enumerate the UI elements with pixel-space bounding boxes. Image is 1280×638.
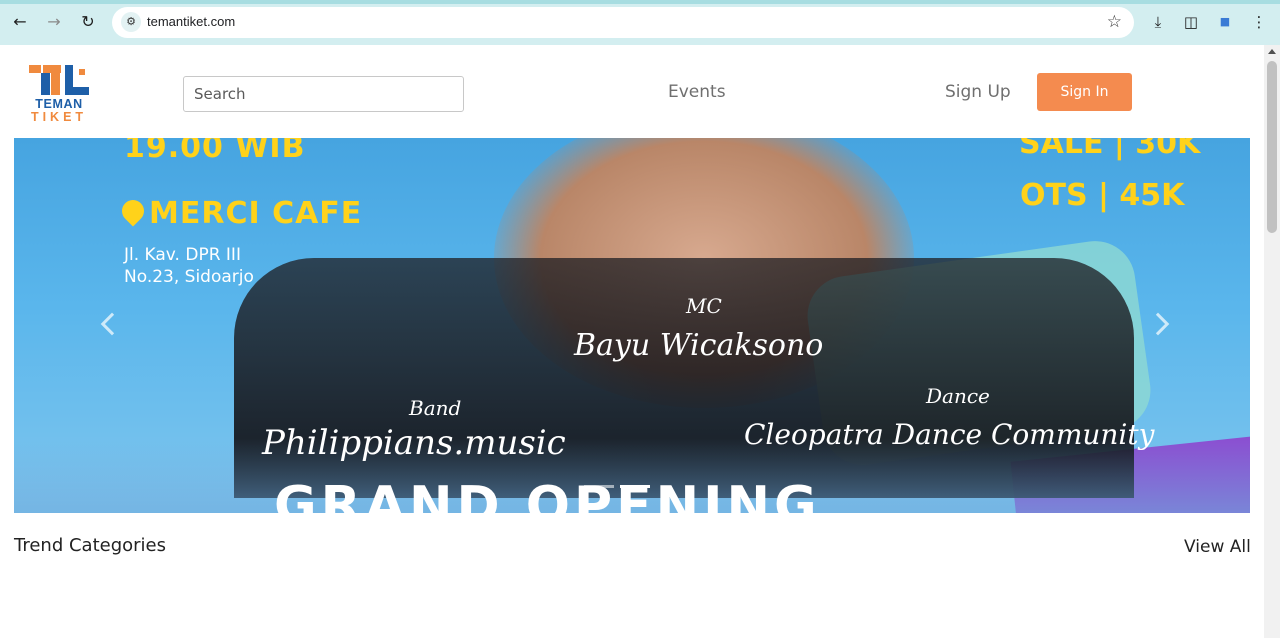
- carousel-indicator[interactable]: [584, 485, 614, 488]
- page-scrollbar[interactable]: [1264, 45, 1280, 638]
- logo-block: [41, 73, 50, 95]
- page-content: TEMAN TIKET Events Sign Up Sign In 19.00…: [0, 45, 1264, 638]
- signin-button[interactable]: Sign In: [1037, 73, 1132, 111]
- tab-strip-edge: [0, 0, 1280, 4]
- carousel-indicators: [584, 485, 650, 489]
- forward-icon[interactable]: →: [44, 12, 64, 32]
- banner-band-label: Band: [409, 396, 462, 420]
- banner-grand-opening: GRAND OPENING: [274, 476, 821, 513]
- download-icon[interactable]: ⤓: [1148, 12, 1168, 32]
- trend-categories-title: Trend Categories: [14, 535, 167, 556]
- site-info-icon[interactable]: ⚙: [121, 12, 141, 32]
- banner-mc-name: Bayu Wicaksono: [574, 328, 824, 363]
- menu-kebab-icon[interactable]: ⋮: [1249, 12, 1269, 32]
- extension-icon[interactable]: ■: [1215, 12, 1235, 32]
- back-icon[interactable]: ←: [10, 12, 30, 32]
- banner-ots-price: OTS | 45K: [1020, 178, 1185, 213]
- hero-banner-carousel[interactable]: 19.00 WIB MERCI CAFE Jl. Kav. DPR III No…: [14, 138, 1250, 513]
- scrollbar-thumb[interactable]: [1267, 61, 1277, 233]
- address-bar[interactable]: ⚙ temantiket.com ☆: [112, 7, 1134, 38]
- logo-block: [79, 69, 85, 75]
- carousel-next-icon[interactable]: [1146, 312, 1170, 336]
- banner-dance-name: Cleopatra Dance Community: [744, 418, 1155, 451]
- logo-line-2: TIKET: [30, 110, 88, 124]
- banner-address-line-2: No.23, Sidoarjo: [124, 267, 254, 287]
- location-pin-icon: [117, 195, 149, 227]
- logo-block: [43, 65, 61, 73]
- logo-wordmark: TEMAN TIKET: [29, 98, 89, 124]
- banner-time: 19.00 WIB: [124, 138, 306, 165]
- carousel-indicator-active[interactable]: [620, 485, 650, 488]
- bookmark-star-icon[interactable]: ☆: [1107, 12, 1122, 32]
- logo-block: [73, 87, 89, 95]
- banner-mc-label: MC: [686, 294, 722, 318]
- scroll-up-icon[interactable]: [1268, 49, 1276, 54]
- banner-dance-label: Dance: [926, 384, 990, 408]
- banner-presale-price: SALE | 30K: [1019, 138, 1201, 161]
- nav-signup-link[interactable]: Sign Up: [945, 82, 1011, 102]
- reload-icon[interactable]: ↻: [78, 12, 98, 32]
- logo-block: [29, 65, 41, 73]
- banner-address: Jl. Kav. DPR III No.23, Sidoarjo: [124, 244, 254, 288]
- url-text[interactable]: temantiket.com: [147, 14, 235, 29]
- banner-venue: MERCI CAFE: [149, 196, 363, 231]
- nav-events-link[interactable]: Events: [668, 82, 726, 102]
- view-all-link[interactable]: View All: [1184, 537, 1251, 557]
- carousel-prev-icon[interactable]: [100, 312, 124, 336]
- banner-band-name: Philippians.music: [262, 423, 566, 463]
- search-input[interactable]: [183, 76, 464, 112]
- logo-block: [65, 65, 73, 95]
- side-panel-icon[interactable]: ◫: [1181, 12, 1201, 32]
- logo-block: [51, 73, 60, 95]
- browser-toolbar: ← → ↻ ⚙ temantiket.com ☆ ⤓ ◫ ■ ⋮: [0, 0, 1280, 45]
- banner-address-line-1: Jl. Kav. DPR III: [124, 245, 241, 265]
- teman-tiket-logo[interactable]: TEMAN TIKET: [29, 65, 89, 125]
